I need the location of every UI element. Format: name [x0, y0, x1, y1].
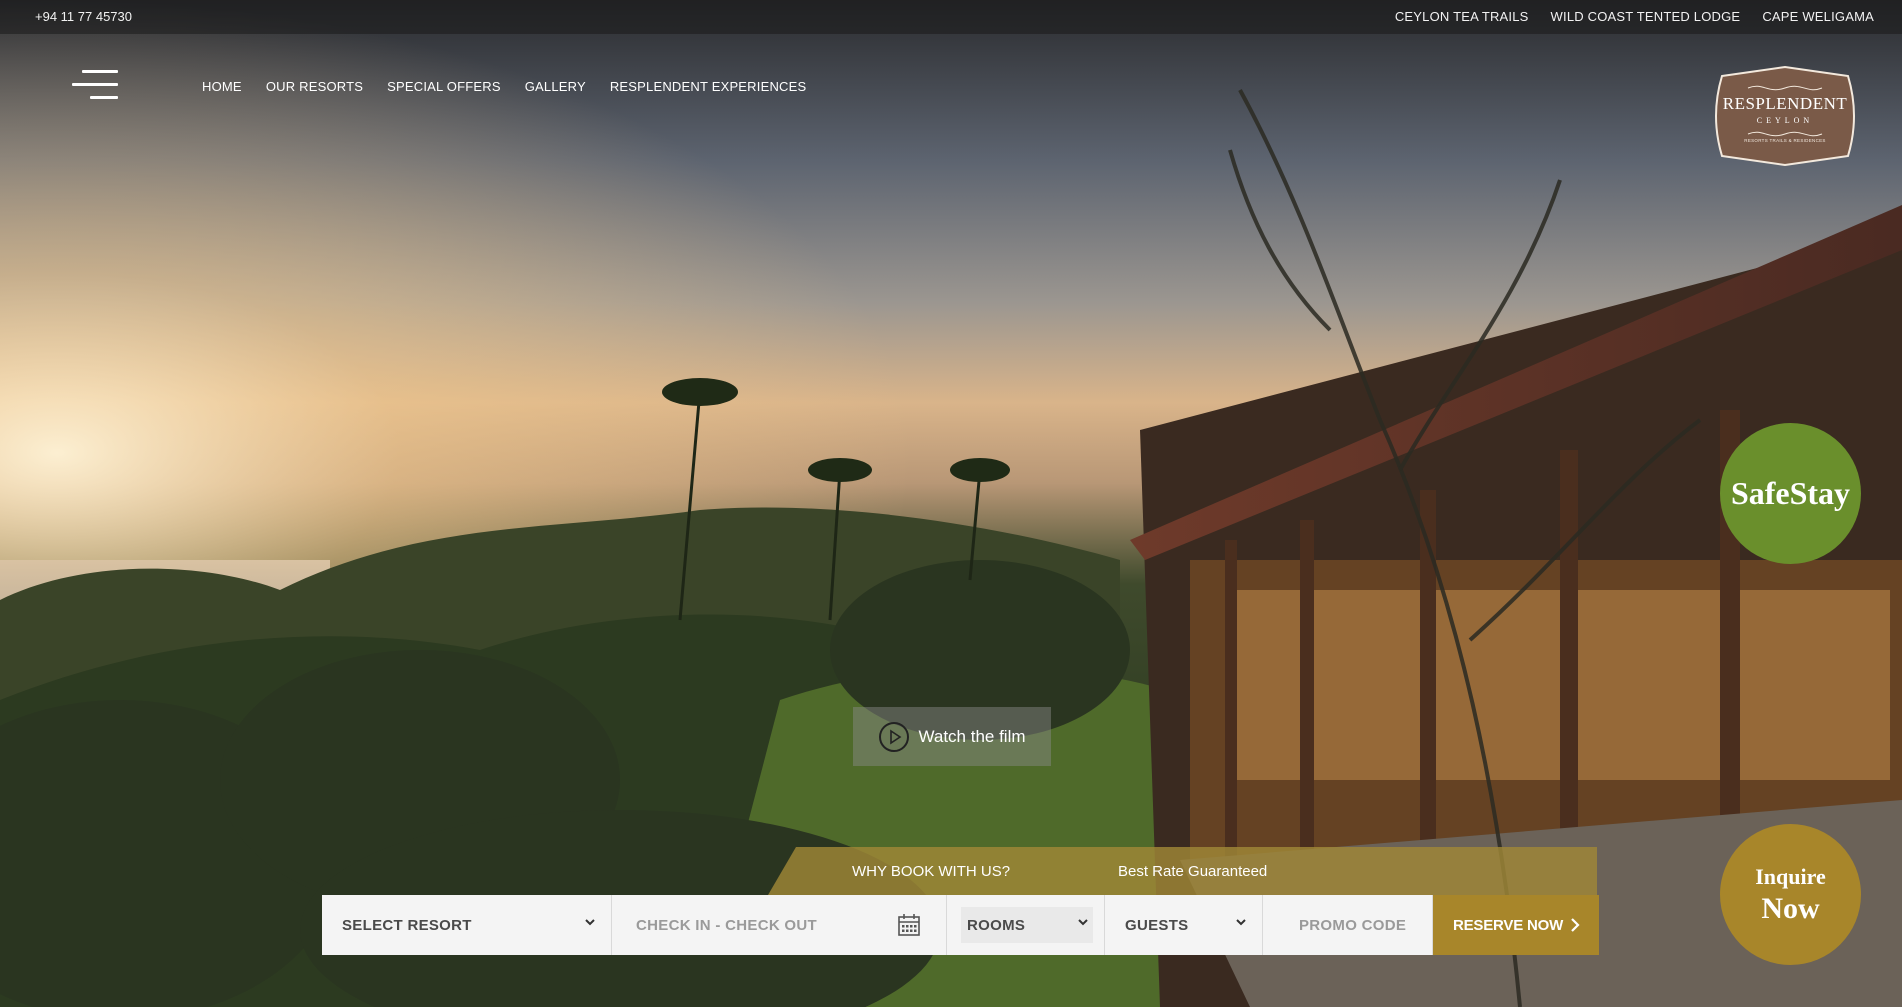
chevron-down-icon	[585, 919, 595, 926]
logo-tagline: RESORTS TRAILS & RESIDENCES	[1744, 138, 1826, 143]
safestay-badge[interactable]: SafeStay	[1720, 423, 1861, 564]
guests-dropdown[interactable]: GUESTS	[1105, 895, 1263, 955]
rooms-dropdown[interactable]: ROOMS	[947, 895, 1105, 955]
chevron-down-icon	[1078, 919, 1088, 926]
logo-brand-text: RESPLENDENT	[1722, 94, 1848, 113]
top-links: CEYLON TEA TRAILS WILD COAST TENTED LODG…	[1395, 9, 1874, 24]
inquire-now-badge[interactable]: Inquire Now	[1720, 824, 1861, 965]
best-rate-text: Best Rate Guaranteed	[1118, 863, 1268, 880]
nav-gallery[interactable]: GALLERY	[525, 79, 586, 94]
promo-code-input[interactable]: PROMO CODE	[1263, 895, 1433, 955]
promo-code-placeholder: PROMO CODE	[1299, 917, 1407, 934]
inquire-line-2: Now	[1761, 891, 1820, 925]
top-link-ceylon-tea-trails[interactable]: CEYLON TEA TRAILS	[1395, 9, 1529, 24]
watch-film-button[interactable]: Watch the film	[853, 707, 1051, 766]
nav-our-resorts[interactable]: OUR RESORTS	[266, 79, 363, 94]
logo-sub-text: CEYLON	[1756, 116, 1814, 125]
rooms-label: ROOMS	[967, 917, 1026, 934]
booking-bar: SELECT RESORT CHECK IN - CHECK OUT ROOMS…	[322, 895, 1599, 955]
nav-special-offers[interactable]: SPECIAL OFFERS	[387, 79, 501, 94]
top-bar: +94 11 77 45730 CEYLON TEA TRAILS WILD C…	[0, 0, 1902, 34]
inquire-line-1: Inquire	[1755, 863, 1826, 889]
main-nav: HOME OUR RESORTS SPECIAL OFFERS GALLERY …	[202, 79, 806, 94]
reserve-now-label: RESERVE NOW	[1453, 917, 1564, 934]
nav-home[interactable]: HOME	[202, 79, 242, 94]
check-in-out-placeholder: CHECK IN - CHECK OUT	[636, 917, 817, 934]
guests-label: GUESTS	[1125, 917, 1189, 934]
top-link-cape-weligama[interactable]: CAPE WELIGAMA	[1762, 9, 1874, 24]
select-resort-label: SELECT RESORT	[342, 917, 472, 934]
play-icon	[879, 721, 910, 752]
calendar-icon[interactable]	[897, 913, 921, 937]
resplendent-logo[interactable]: RESPLENDENT CEYLON RESORTS TRAILS & RESI…	[1708, 66, 1862, 166]
chevron-right-icon	[1571, 918, 1580, 932]
nav-resplendent-experiences[interactable]: RESPLENDENT EXPERIENCES	[610, 79, 807, 94]
why-book-link[interactable]: WHY BOOK WITH US?	[852, 863, 1010, 880]
check-in-out-field[interactable]: CHECK IN - CHECK OUT	[612, 895, 947, 955]
why-book-banner: WHY BOOK WITH US? Best Rate Guaranteed	[768, 847, 1597, 895]
phone-number[interactable]: +94 11 77 45730	[35, 9, 132, 24]
watch-film-label: Watch the film	[918, 726, 1026, 746]
reserve-now-button[interactable]: RESERVE NOW	[1433, 895, 1599, 955]
select-resort-dropdown[interactable]: SELECT RESORT	[322, 895, 612, 955]
hamburger-menu-icon[interactable]	[72, 70, 118, 104]
chevron-down-icon	[1236, 919, 1246, 926]
top-link-wild-coast-tented-lodge[interactable]: WILD COAST TENTED LODGE	[1551, 9, 1741, 24]
safestay-label: SafeStay	[1730, 475, 1851, 511]
